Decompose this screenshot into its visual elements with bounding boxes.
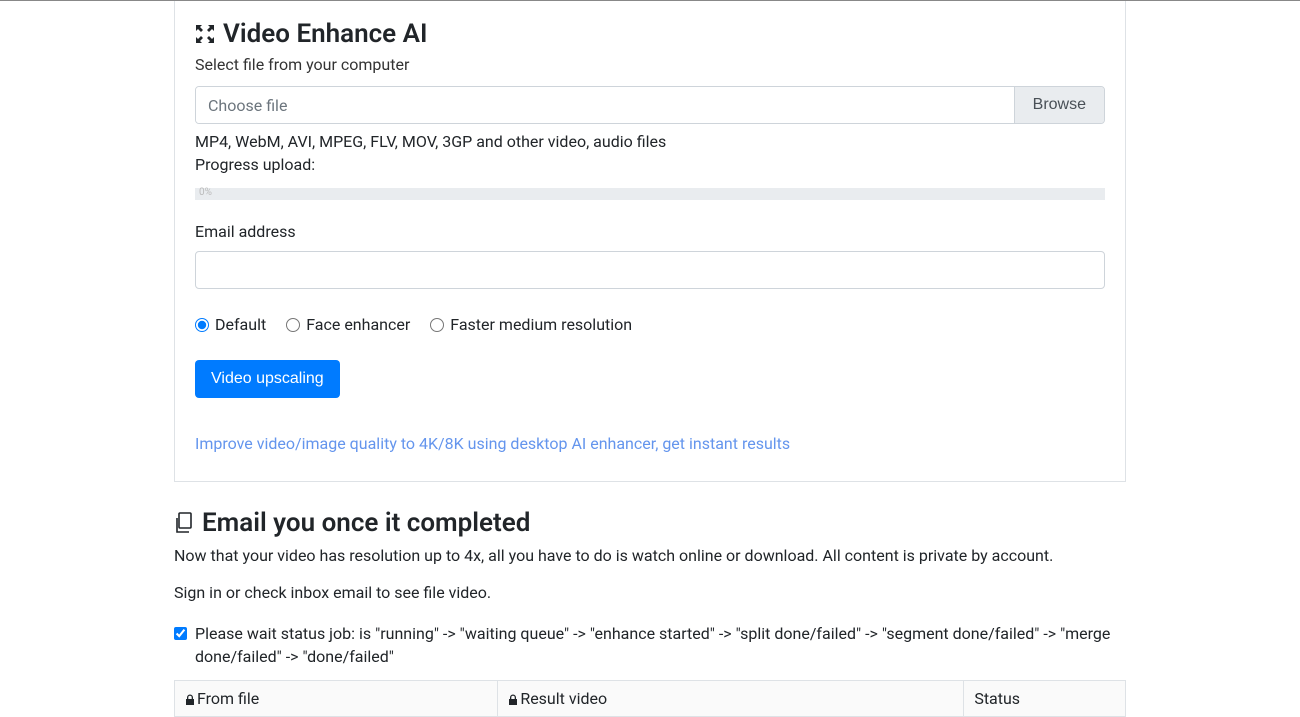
lock-icon [508, 694, 518, 706]
radio-faster-label: Faster medium resolution [450, 315, 632, 334]
select-file-label: Select file from your computer [195, 55, 1105, 74]
status-row: Please wait status job: is "running" -> … [174, 622, 1126, 668]
section1-title-text: Video Enhance AI [223, 19, 427, 49]
section1-title: Video Enhance AI [195, 19, 1105, 49]
video-upscaling-button[interactable]: Video upscaling [195, 360, 340, 398]
copy-icon [174, 512, 194, 534]
radio-faster-input[interactable] [430, 318, 444, 332]
formats-hint: MP4, WebM, AVI, MPEG, FLV, MOV, 3GP and … [195, 132, 1105, 151]
radio-face-label: Face enhancer [306, 315, 410, 334]
radio-default-label: Default [215, 315, 266, 334]
mode-radio-group: Default Face enhancer Faster medium reso… [195, 315, 1105, 334]
radio-face[interactable]: Face enhancer [286, 315, 410, 334]
status-checkbox[interactable] [174, 627, 187, 640]
section2-title: Email you once it completed [174, 508, 1126, 538]
email-label: Email address [195, 222, 1105, 241]
table-header-result: Result video [498, 681, 964, 717]
expand-icon [195, 24, 215, 44]
desktop-enhancer-link[interactable]: Improve video/image quality to 4K/8K usi… [195, 434, 790, 453]
lock-icon [185, 694, 195, 706]
signin-text: Sign in or check inbox email to see file… [174, 583, 1126, 602]
file-input-group[interactable]: Choose file Browse [195, 86, 1105, 124]
progress-percent: 0% [199, 187, 212, 198]
table-header-status: Status [964, 681, 1126, 717]
section2-subtitle: Now that your video has resolution up to… [174, 546, 1126, 565]
upload-progress-bar: 0% [195, 188, 1105, 200]
upload-card: Video Enhance AI Select file from your c… [174, 1, 1126, 482]
radio-default-input[interactable] [195, 318, 209, 332]
email-field[interactable] [195, 251, 1105, 289]
radio-face-input[interactable] [286, 318, 300, 332]
section2-title-text: Email you once it completed [202, 508, 530, 538]
results-table: From file Result video Status [174, 680, 1126, 717]
browse-button[interactable]: Browse [1014, 87, 1104, 123]
status-text: Please wait status job: is "running" -> … [195, 622, 1126, 668]
radio-default[interactable]: Default [195, 315, 266, 334]
radio-faster[interactable]: Faster medium resolution [430, 315, 632, 334]
file-input-placeholder[interactable]: Choose file [196, 87, 1014, 123]
table-header-from: From file [175, 681, 498, 717]
progress-label: Progress upload: [195, 155, 1105, 174]
